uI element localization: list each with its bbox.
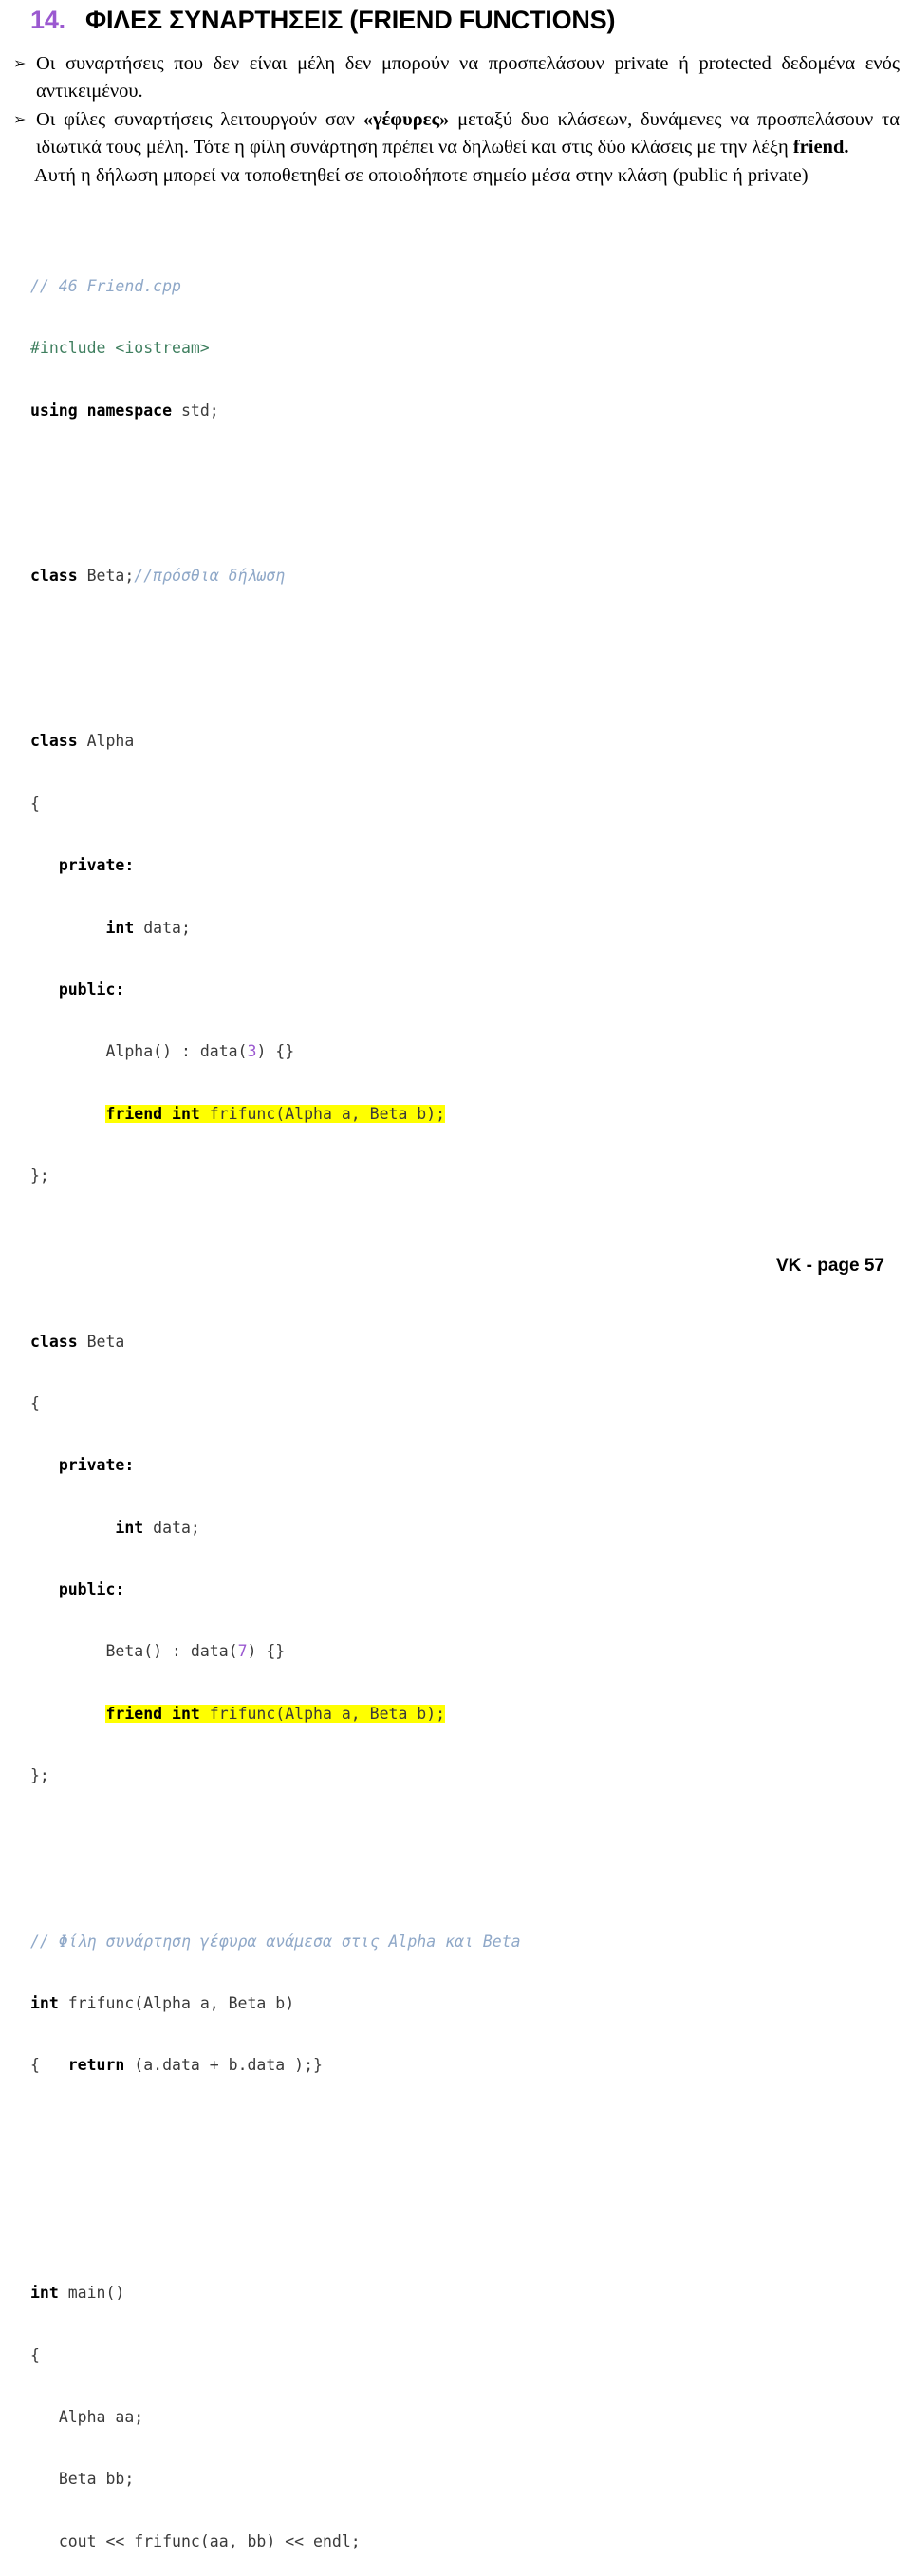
intro-note-text: Αυτή η δήλωση μπορεί να τοποθετηθεί σε ο… (11, 162, 900, 190)
code-blank-line (30, 483, 911, 504)
code-keyword-friend-int: friend int (105, 1105, 199, 1123)
bullet-item-2: ➢ Οι φίλες συναρτήσεις λειτουργούν σαν «… (11, 106, 900, 160)
code-keyword-return: return (68, 2056, 125, 2074)
highlight-alpha-friend: friend int frifunc(Alpha a, Beta b); (105, 1105, 445, 1123)
code-line-main-brace-open: { (30, 2345, 911, 2366)
code-keyword-class: class (30, 1333, 78, 1351)
code-keyword-public: public: (59, 980, 125, 999)
code-line-frifunc-body: { return (a.data + b.data );} (30, 2055, 911, 2076)
code-line-file-comment: // 46 Friend.cpp (30, 276, 911, 297)
code-line-beta-private: private: (30, 1455, 911, 1476)
code-frifunc-return-expr: (a.data + b.data );} (124, 2056, 323, 2074)
code-line-class-beta: class Beta (30, 1332, 911, 1353)
code-beta-friend-signature: frifunc(Alpha a, Beta b); (200, 1705, 445, 1723)
code-keyword-int: int (30, 2284, 59, 2302)
code-brace-open: { (30, 794, 40, 812)
code-keyword-int: int (30, 1994, 59, 2012)
code-alpha-data-decl: data; (134, 919, 191, 937)
code-line-alpha-private: private: (30, 855, 911, 876)
code-comment-bridge: // Φίλη συνάρτηση γέφυρα ανάμεσα στις Al… (30, 1932, 521, 1951)
code-line-frifunc-def: int frifunc(Alpha a, Beta b) (30, 1993, 911, 2014)
code-beta-data-decl: data; (143, 1519, 200, 1537)
document-page: 14.ΦΙΛΕΣ ΣΥΝΑΡΤΗΣΕΙΣ (FRIEND FUNCTIONS) … (0, 0, 911, 1288)
code-preprocessor-include: #include <iostream> (30, 339, 210, 357)
code-brace-open: { (30, 1394, 40, 1412)
code-blank-line (30, 2200, 911, 2221)
code-line-main-def: int main() (30, 2283, 911, 2304)
code-keyword-int: int (115, 1519, 143, 1537)
code-alpha-ctor-value: 3 (248, 1042, 257, 1060)
page-footer: VK - page 57 (776, 1256, 884, 1277)
code-keyword-private: private: (59, 1456, 134, 1474)
code-alpha-ctor-head: Alpha() : data( (105, 1042, 247, 1060)
code-alpha-friend-signature: frifunc(Alpha a, Beta b); (200, 1105, 445, 1123)
code-brace-close-semi: }; (30, 1766, 49, 1784)
code-blank-line (30, 648, 911, 669)
code-comment-file: // 46 Friend.cpp (30, 277, 181, 295)
code-line-beta-forward-decl: class Beta;//πρόσθια δήλωση (30, 566, 911, 587)
code-keyword-friend-int: friend int (105, 1705, 199, 1723)
code-beta-ctor-tail: ) {} (248, 1642, 286, 1660)
code-line-include: #include <iostream> (30, 338, 911, 359)
section-number: 14. (30, 6, 85, 35)
arrow-bullet-icon: ➢ (11, 50, 36, 77)
code-class-alpha-name: Alpha (78, 732, 135, 750)
code-keyword-class: class (30, 732, 78, 750)
code-brace-open: { (30, 2346, 40, 2364)
bullet-2-friend-keyword: friend. (793, 137, 849, 158)
code-line-beta-brace-open: { (30, 1393, 911, 1414)
bullet-2-bridges-term: «γέφυρες» (363, 109, 450, 130)
section-title-text: ΦΙΛΕΣ ΣΥΝΑΡΤΗΣΕΙΣ (FRIEND FUNCTIONS) (85, 6, 615, 34)
code-line-main-beta-var: Beta bb; (30, 2469, 911, 2490)
bullet-2-text: Οι φίλες συναρτήσεις λειτουργούν σαν «γέ… (36, 106, 900, 160)
code-line-main-alpha-var: Alpha aa; (30, 2407, 911, 2428)
code-line-alpha-data-member: int data; (30, 918, 911, 939)
code-blank-line (30, 2138, 911, 2159)
code-line-main-cout: cout << frifunc(aa, bb) << endl; (30, 2531, 911, 2552)
code-line-beta-close: }; (30, 1765, 911, 1786)
code-keyword-int: int (105, 919, 134, 937)
code-main-alpha-decl: Alpha aa; (59, 2408, 143, 2426)
code-using-std: std; (172, 401, 219, 420)
code-class-beta-name: Beta (78, 1333, 125, 1351)
code-line-alpha-close: }; (30, 1166, 911, 1186)
bullet-1-text: Οι συναρτήσεις που δεν είναι μέλη δεν μπ… (36, 50, 900, 104)
code-comment-forward-decl: //πρόσθια δήλωση (134, 567, 285, 585)
code-keyword-class: class (30, 567, 78, 585)
arrow-bullet-icon: ➢ (11, 106, 36, 133)
code-line-beta-ctor: Beta() : data(7) {} (30, 1641, 911, 1662)
code-alpha-ctor-tail: ) {} (256, 1042, 294, 1060)
code-line-alpha-brace-open: { (30, 793, 911, 814)
code-line-alpha-ctor: Alpha() : data(3) {} (30, 1041, 911, 1062)
code-block-friend-cpp: // 46 Friend.cpp #include <iostream> usi… (0, 215, 911, 2576)
code-line-alpha-friend-decl: friend int frifunc(Alpha a, Beta b); (30, 1104, 911, 1125)
code-main-beta-decl: Beta bb; (59, 2470, 134, 2488)
page-title: 14.ΦΙΛΕΣ ΣΥΝΑΡΤΗΣΕΙΣ (FRIEND FUNCTIONS) (0, 0, 911, 35)
code-main-signature: main() (59, 2284, 125, 2302)
code-main-cout-stmt: cout << frifunc(aa, bb) << endl; (59, 2532, 361, 2550)
code-line-bridge-comment: // Φίλη συνάρτηση γέφυρα ανάμεσα στις Al… (30, 1932, 911, 1952)
code-frifunc-brace: { (30, 2056, 68, 2074)
code-line-using: using namespace std; (30, 401, 911, 421)
intro-section: ➢ Οι συναρτήσεις που δεν είναι μέλη δεν … (0, 50, 911, 190)
code-keyword-private: private: (59, 856, 134, 874)
highlight-beta-friend: friend int frifunc(Alpha a, Beta b); (105, 1705, 445, 1723)
bullet-item-1: ➢ Οι συναρτήσεις που δεν είναι μέλη δεν … (11, 50, 900, 104)
code-blank-line (30, 1848, 911, 1869)
code-keyword-using-namespace: using namespace (30, 401, 172, 420)
code-line-class-alpha: class Alpha (30, 731, 911, 752)
code-line-beta-public: public: (30, 1579, 911, 1600)
code-line-beta-data-member: int data; (30, 1518, 911, 1539)
code-line-alpha-public: public: (30, 980, 911, 1000)
code-frifunc-signature: frifunc(Alpha a, Beta b) (59, 1994, 294, 2012)
code-beta-ctor-value: 7 (238, 1642, 248, 1660)
bullet-2-part-a: Οι φίλες συναρτήσεις λειτουργούν σαν (36, 109, 363, 130)
code-brace-close-semi: }; (30, 1167, 49, 1185)
code-line-beta-friend-decl: friend int frifunc(Alpha a, Beta b); (30, 1704, 911, 1725)
code-beta-ctor-head: Beta() : data( (105, 1642, 237, 1660)
code-keyword-public: public: (59, 1580, 125, 1598)
code-beta-fwd-name: Beta; (78, 567, 135, 585)
